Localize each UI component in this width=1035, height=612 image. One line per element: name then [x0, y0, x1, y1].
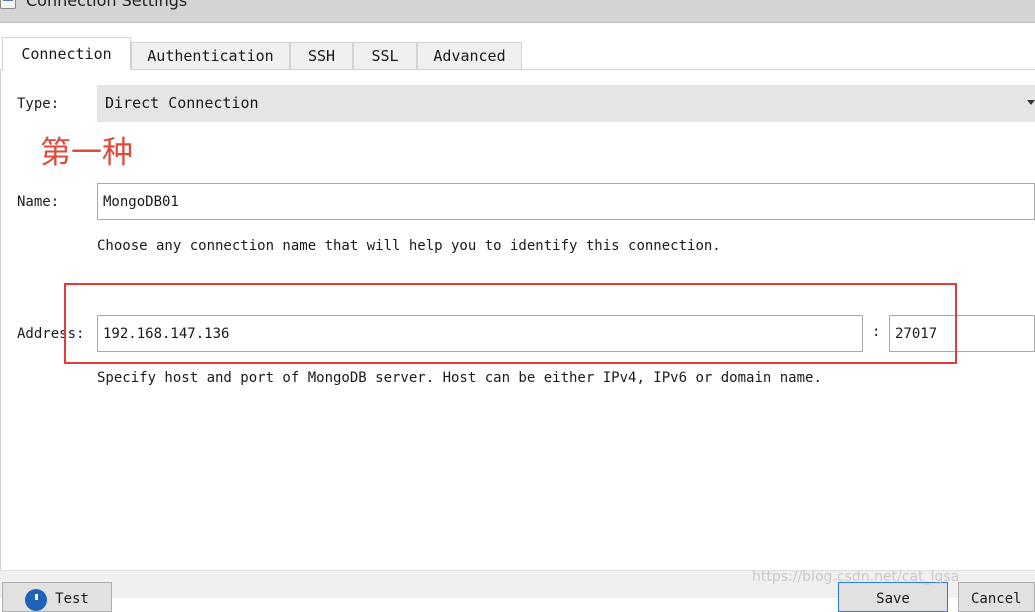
tab-advanced[interactable]: Advanced: [417, 42, 522, 69]
host-input[interactable]: [97, 315, 863, 352]
test-button-label: Test: [55, 591, 89, 607]
cancel-button-label: Cancel: [971, 591, 1022, 607]
name-input[interactable]: [97, 183, 1035, 220]
port-input[interactable]: [889, 315, 1035, 352]
address-label: Address:: [17, 326, 85, 342]
tab-ssh[interactable]: SSH: [290, 42, 353, 69]
cancel-button[interactable]: Cancel: [958, 582, 1035, 612]
address-hint: Specify host and port of MongoDB server.…: [97, 370, 822, 386]
title-bar: Connection Settings: [0, 0, 1035, 23]
test-button[interactable]: Test: [2, 582, 112, 612]
window-title: Connection Settings: [26, 0, 188, 10]
type-select[interactable]: Direct Connection: [97, 85, 1035, 122]
type-label: Type:: [17, 96, 60, 112]
window-icon: [0, 0, 16, 9]
watermark: https://blog.csdn.net/cat_lgsa: [752, 569, 960, 585]
annotation-label: 第一种: [40, 135, 133, 171]
chevron-down-icon: [1027, 100, 1035, 105]
tab-ssl[interactable]: SSL: [353, 42, 417, 69]
name-hint: Choose any connection name that will hel…: [97, 238, 721, 254]
save-button[interactable]: Save: [838, 582, 948, 612]
name-label: Name:: [17, 194, 60, 210]
type-select-value: Direct Connection: [105, 94, 259, 112]
save-button-label: Save: [876, 591, 910, 607]
port-separator: :: [872, 324, 881, 340]
tab-authentication[interactable]: Authentication: [131, 42, 290, 69]
tab-connection[interactable]: Connection: [2, 37, 131, 70]
